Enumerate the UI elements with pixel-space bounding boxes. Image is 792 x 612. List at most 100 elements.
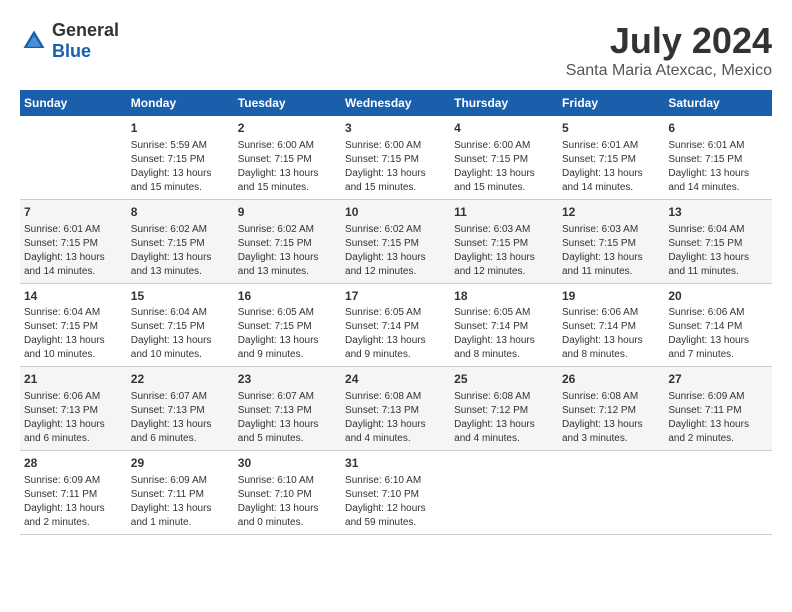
calendar-cell: 17Sunrise: 6:05 AM Sunset: 7:14 PM Dayli… [341,283,450,367]
calendar-cell: 22Sunrise: 6:07 AM Sunset: 7:13 PM Dayli… [127,367,234,451]
day-info: Sunrise: 6:05 AM Sunset: 7:14 PM Dayligh… [454,306,554,362]
day-info: Sunrise: 6:05 AM Sunset: 7:14 PM Dayligh… [345,306,446,362]
col-saturday: Saturday [664,90,772,116]
calendar-cell: 9Sunrise: 6:02 AM Sunset: 7:15 PM Daylig… [234,199,341,283]
calendar-header-row: Sunday Monday Tuesday Wednesday Thursday… [20,90,772,116]
calendar-cell: 16Sunrise: 6:05 AM Sunset: 7:15 PM Dayli… [234,283,341,367]
calendar-cell: 30 Sunrise: 6:10 AM Sunset: 7:10 PM Dayli… [234,451,341,535]
day-number: 18 [454,288,554,305]
day-number: 21 [24,371,123,388]
day-number: 11 [454,204,554,221]
day-info: Sunrise: 6:02 AM Sunset: 7:15 PM Dayligh… [345,223,446,279]
day-number: 22 [131,371,230,388]
day-info: Sunrise: 6:04 AM Sunset: 7:15 PM Dayligh… [668,223,768,279]
day-info: Sunrise: 6:00 AM Sunset: 7:15 PM Dayligh… [238,139,337,195]
day-info: Sunrise: 6:07 AM Sunset: 7:13 PM Dayligh… [238,390,337,446]
day-number: 5 [562,120,660,137]
day-info: Sunrise: 6:01 AM Sunset: 7:15 PM Dayligh… [562,139,660,195]
day-info: Sunrise: 6:00 AM Sunset: 7:15 PM Dayligh… [454,139,554,195]
calendar-cell: 4 Sunrise: 6:00 AM Sunset: 7:15 PM Daylig… [450,116,558,199]
calendar-cell: 31 Sunrise: 6:10 AM Sunset: 7:10 PM Dayli… [341,451,450,535]
day-number: 24 [345,371,446,388]
calendar-week-row: 28Sunrise: 6:09 AM Sunset: 7:11 PM Dayli… [20,451,772,535]
calendar-cell: 19Sunrise: 6:06 AM Sunset: 7:14 PM Dayli… [558,283,664,367]
calendar-week-row: 1 Sunrise: 5:59 AM Sunset: 7:15 PM Daylig… [20,116,772,199]
day-info: Sunrise: 6:06 AM Sunset: 7:14 PM Dayligh… [668,306,768,362]
calendar-cell: 26Sunrise: 6:08 AM Sunset: 7:12 PM Dayli… [558,367,664,451]
calendar-cell [450,451,558,535]
calendar-cell: 13 Sunrise: 6:04 AM Sunset: 7:15 PM Dayli… [664,199,772,283]
calendar-table: Sunday Monday Tuesday Wednesday Thursday… [20,90,772,535]
calendar-cell [20,116,127,199]
day-number: 12 [562,204,660,221]
day-number: 23 [238,371,337,388]
calendar-cell: 7 Sunrise: 6:01 AM Sunset: 7:15 PM Daylig… [20,199,127,283]
day-number: 16 [238,288,337,305]
day-number: 30 [238,455,337,472]
day-number: 15 [131,288,230,305]
day-info: Sunrise: 6:10 AM Sunset: 7:10 PM Dayligh… [238,474,337,530]
day-info: Sunrise: 6:10 AM Sunset: 7:10 PM Dayligh… [345,474,446,530]
calendar-cell: 1 Sunrise: 5:59 AM Sunset: 7:15 PM Daylig… [127,116,234,199]
day-info: Sunrise: 6:02 AM Sunset: 7:15 PM Dayligh… [238,223,337,279]
day-info: Sunrise: 6:03 AM Sunset: 7:15 PM Dayligh… [562,223,660,279]
calendar-cell: 20Sunrise: 6:06 AM Sunset: 7:14 PM Dayli… [664,283,772,367]
day-number: 3 [345,120,446,137]
location-title: Santa Maria Atexcac, Mexico [566,62,772,80]
day-info: Sunrise: 6:03 AM Sunset: 7:15 PM Dayligh… [454,223,554,279]
calendar-cell: 6Sunrise: 6:01 AM Sunset: 7:15 PM Daylig… [664,116,772,199]
calendar-cell: 3 Sunrise: 6:00 AM Sunset: 7:15 PM Daylig… [341,116,450,199]
day-number: 13 [668,204,768,221]
calendar-cell: 25Sunrise: 6:08 AM Sunset: 7:12 PM Dayli… [450,367,558,451]
calendar-cell: 29Sunrise: 6:09 AM Sunset: 7:11 PM Dayli… [127,451,234,535]
calendar-cell [558,451,664,535]
calendar-cell: 5 Sunrise: 6:01 AM Sunset: 7:15 PM Daylig… [558,116,664,199]
day-info: Sunrise: 6:04 AM Sunset: 7:15 PM Dayligh… [131,306,230,362]
day-info: Sunrise: 6:01 AM Sunset: 7:15 PM Dayligh… [24,223,123,279]
day-info: Sunrise: 6:01 AM Sunset: 7:15 PM Dayligh… [668,139,768,195]
calendar-week-row: 21Sunrise: 6:06 AM Sunset: 7:13 PM Dayli… [20,367,772,451]
day-number: 19 [562,288,660,305]
day-number: 17 [345,288,446,305]
day-info: Sunrise: 6:00 AM Sunset: 7:15 PM Dayligh… [345,139,446,195]
day-number: 28 [24,455,123,472]
calendar-week-row: 7 Sunrise: 6:01 AM Sunset: 7:15 PM Daylig… [20,199,772,283]
day-info: Sunrise: 6:09 AM Sunset: 7:11 PM Dayligh… [668,390,768,446]
day-number: 29 [131,455,230,472]
col-sunday: Sunday [20,90,127,116]
day-info: Sunrise: 6:08 AM Sunset: 7:12 PM Dayligh… [454,390,554,446]
title-block: July 2024 Santa Maria Atexcac, Mexico [566,20,772,80]
calendar-week-row: 14Sunrise: 6:04 AM Sunset: 7:15 PM Dayli… [20,283,772,367]
calendar-cell: 28Sunrise: 6:09 AM Sunset: 7:11 PM Dayli… [20,451,127,535]
calendar-cell: 27 Sunrise: 6:09 AM Sunset: 7:11 PM Dayli… [664,367,772,451]
col-friday: Friday [558,90,664,116]
logo-icon [20,27,48,55]
col-monday: Monday [127,90,234,116]
day-info: Sunrise: 6:06 AM Sunset: 7:14 PM Dayligh… [562,306,660,362]
day-number: 2 [238,120,337,137]
day-info: Sunrise: 5:59 AM Sunset: 7:15 PM Dayligh… [131,139,230,195]
col-thursday: Thursday [450,90,558,116]
day-number: 20 [668,288,768,305]
logo: General Blue [20,20,119,62]
calendar-cell: 10 Sunrise: 6:02 AM Sunset: 7:15 PM Dayli… [341,199,450,283]
day-number: 27 [668,371,768,388]
day-number: 4 [454,120,554,137]
calendar-cell: 15Sunrise: 6:04 AM Sunset: 7:15 PM Dayli… [127,283,234,367]
page-header: General Blue July 2024 Santa Maria Atexc… [20,20,772,80]
calendar-cell: 18Sunrise: 6:05 AM Sunset: 7:14 PM Dayli… [450,283,558,367]
calendar-cell: 2 Sunrise: 6:00 AM Sunset: 7:15 PM Daylig… [234,116,341,199]
logo-text: General Blue [52,20,119,62]
day-number: 7 [24,204,123,221]
calendar-cell: 21Sunrise: 6:06 AM Sunset: 7:13 PM Dayli… [20,367,127,451]
day-number: 8 [131,204,230,221]
calendar-cell: 24Sunrise: 6:08 AM Sunset: 7:13 PM Dayli… [341,367,450,451]
month-title: July 2024 [566,20,772,62]
calendar-cell [664,451,772,535]
calendar-cell: 11 Sunrise: 6:03 AM Sunset: 7:15 PM Dayli… [450,199,558,283]
calendar-cell: 14Sunrise: 6:04 AM Sunset: 7:15 PM Dayli… [20,283,127,367]
day-info: Sunrise: 6:08 AM Sunset: 7:12 PM Dayligh… [562,390,660,446]
day-number: 1 [131,120,230,137]
day-number: 10 [345,204,446,221]
day-number: 31 [345,455,446,472]
